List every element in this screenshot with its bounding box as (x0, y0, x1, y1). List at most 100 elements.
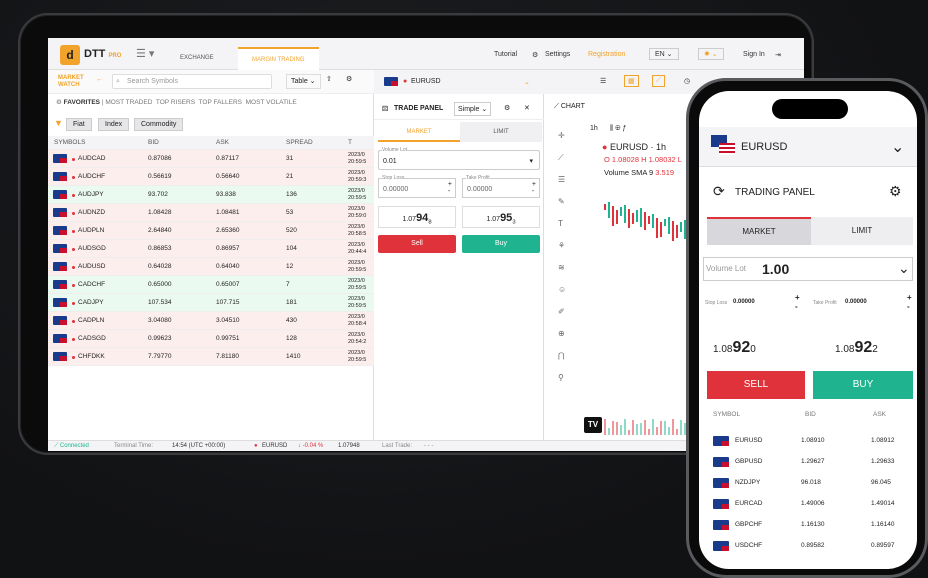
drawing-tools[interactable]: ✛ ⟋ ☰ ✎ T ⚘ ≋ ☺ ✐ ⊕ ⋂ ⚲ (558, 125, 574, 389)
candle (640, 208, 642, 228)
table-row[interactable]: AUDJPY 93.702 93.838 136 2023/0 20:59:5 (48, 186, 374, 204)
table-row[interactable]: AUDNZD 1.08428 1.08481 53 2023/0 20:59:0 (48, 204, 374, 222)
gear-icon[interactable]: ⚙ (56, 99, 64, 106)
row-spread: 21 (286, 173, 294, 180)
stepper-icon[interactable]: + - (448, 181, 452, 195)
phone-row-bid: 96.018 (801, 479, 821, 486)
line-chart-icon[interactable]: ⟋ (652, 75, 665, 87)
menu-icon[interactable]: ☰ ▾ (136, 47, 154, 60)
table-row[interactable]: AUDCHF 0.56619 0.56640 21 2023/0 20:59:3 (48, 168, 374, 186)
take-profit-field[interactable]: Take Profit 0.00000 + - (462, 175, 540, 198)
col-bid[interactable]: BID (148, 136, 159, 150)
col-spread[interactable]: SPREAD (286, 136, 313, 150)
phone-list-item[interactable]: GBPUSD 1.29627 1.29633 (699, 452, 917, 472)
table-row[interactable]: AUDUSD 0.64028 0.64040 12 2023/0 20:59:5 (48, 258, 374, 276)
volume-bar (680, 420, 682, 435)
settings-icon[interactable]: ⚙ (504, 104, 510, 112)
tutorial-link[interactable]: Tutorial (494, 51, 517, 58)
language-select[interactable]: EN ⌄ (649, 48, 679, 60)
phone-take-profit[interactable]: Take Profit 0.00000 + - (811, 291, 915, 315)
view-select[interactable]: Table ⌄ (286, 74, 321, 89)
chip-commodity[interactable]: Commodity (134, 118, 184, 131)
row-ask: 0.56640 (216, 173, 240, 180)
cloud-icon[interactable]: ⇧ (326, 75, 332, 83)
phone-col-bid: BID (805, 411, 816, 418)
stepper-icon[interactable]: + - (795, 293, 800, 311)
signin-icon[interactable]: ⇥ (775, 51, 781, 59)
row-ask: 93.838 (216, 191, 236, 198)
table-row[interactable]: AUDPLN 2.64840 2.65360 520 2023/0 20:58:5 (48, 222, 374, 240)
dot-icon (72, 230, 75, 233)
phone-tab-limit[interactable]: LIMIT (811, 217, 913, 245)
tab-limit[interactable]: LIMIT (460, 122, 542, 142)
logo[interactable]: DTT PRO (84, 48, 121, 60)
sell-button[interactable]: Sell (378, 235, 456, 253)
volume-field[interactable]: Volume Lot 0.01 ▾ (378, 147, 540, 170)
filter-top-risers[interactable]: TOP RISERS (156, 99, 195, 106)
phone-stop-loss[interactable]: Stop Loss 0.00000 + - (703, 291, 805, 315)
phone-list-item[interactable]: USDCHF 0.89582 0.89597 (699, 536, 917, 556)
stepper-icon[interactable]: + - (532, 181, 536, 195)
search-input[interactable]: ⌕ Search Symbols (112, 74, 272, 89)
stop-loss-field[interactable]: Stop Loss 0.00000 + - (378, 175, 456, 198)
stepper-icon[interactable]: + - (907, 293, 912, 311)
phone-list-item[interactable]: GBPCHF 1.16130 1.16140 (699, 515, 917, 535)
gear-icon[interactable]: ⚙ (532, 51, 538, 59)
phone-list-item[interactable]: NZDJPY 96.018 96.045 (699, 473, 917, 493)
phone-sell-button[interactable]: SELL (707, 371, 805, 399)
table-row[interactable]: CADPLN 3.04080 3.04510 430 2023/0 20:58:4 (48, 312, 374, 330)
layout-icon[interactable]: ▦ (624, 75, 639, 87)
phone-tp-label: Take Profit (813, 300, 837, 306)
col-ask[interactable]: ASK (216, 136, 229, 150)
phone-tab-market[interactable]: MARKET (707, 217, 811, 245)
back-arrow-icon[interactable]: ← (96, 76, 103, 83)
refresh-icon[interactable]: ⟳ (713, 183, 725, 200)
funnel-icon[interactable]: ▼ (54, 118, 63, 128)
filter-top-fallers[interactable]: TOP FALLERS (199, 99, 242, 106)
row-time: 2023/0 20:54:2 (348, 332, 367, 345)
tab-margin-trading[interactable]: MARGIN TRADING (238, 47, 319, 70)
clock-icon[interactable]: ◷ (684, 77, 690, 85)
list-icon[interactable]: ☰ (600, 77, 606, 85)
chart-title: ⟋ CHART (554, 103, 585, 110)
chevron-down-icon: ▾ (529, 158, 533, 165)
tab-exchange[interactable]: EXCHANGE (166, 47, 228, 70)
phone-volume-field[interactable]: Volume Lot 1.00 ⌄ (703, 257, 913, 281)
volume-bar (660, 421, 662, 435)
col-symbols[interactable]: SYMBOLS (54, 136, 85, 150)
chip-fiat[interactable]: Fiat (66, 118, 92, 131)
table-row[interactable]: CADSGD 0.99623 0.99751 128 2023/0 20:54:2 (48, 330, 374, 348)
table-row[interactable]: AUDCAD 0.87086 0.87117 31 2023/0 20:59:5 (48, 150, 374, 168)
tab-market[interactable]: MARKET (378, 122, 460, 142)
gear-icon[interactable]: ⚙ (889, 183, 902, 200)
theme-toggle[interactable]: ✹ ⌄ (698, 48, 724, 60)
candles-icon[interactable]: ⫼ ⊕ ƒ (610, 125, 626, 133)
phone-symbol-bar[interactable]: EURUSD ⌄ (699, 127, 917, 167)
phone-list-item[interactable]: EURCAD 1.49006 1.49014 (699, 494, 917, 514)
row-time: 2023/0 20:59:5 (348, 278, 367, 291)
phone-list-item[interactable]: EURUSD 1.08910 1.08912 (699, 431, 917, 451)
currency-flag-icon (713, 436, 729, 446)
table-row[interactable]: CHFDKK 7.79770 7.81180 1410 2023/0 20:59:5 (48, 348, 374, 366)
status-price: 1.07948 (338, 443, 360, 449)
settings-icon[interactable]: ⚙ (346, 75, 352, 83)
signin-link[interactable]: Sign In (743, 51, 765, 58)
filter-most-traded[interactable]: MOST TRADED (105, 99, 152, 106)
row-ask: 107.715 (216, 299, 240, 306)
buy-button[interactable]: Buy (462, 235, 540, 253)
table-row[interactable]: CADCHF 0.65000 0.65007 7 2023/0 20:59:5 (48, 276, 374, 294)
phone-buy-button[interactable]: BUY (813, 371, 913, 399)
col-time[interactable]: T (348, 136, 352, 150)
registration-link[interactable]: Registration (588, 51, 625, 58)
timeframe[interactable]: 1h (590, 125, 598, 132)
settings-link[interactable]: Settings (545, 51, 570, 58)
table-row[interactable]: CADJPY 107.534 107.715 181 2023/0 20:59:5 (48, 294, 374, 312)
row-bid: 0.64028 (148, 263, 172, 270)
filter-favorites[interactable]: FAVORITES (64, 99, 100, 106)
mode-select[interactable]: Simple ⌄ (454, 102, 492, 116)
symbol-bar[interactable]: ● EURUSD ⌄ (374, 70, 544, 94)
close-icon[interactable]: ✕ (524, 104, 530, 112)
table-row[interactable]: AUDSGD 0.86853 0.86957 104 2023/0 20:44:4 (48, 240, 374, 258)
filter-most-volatile[interactable]: MOST VOLATILE (246, 99, 297, 106)
chip-index[interactable]: Index (98, 118, 130, 131)
